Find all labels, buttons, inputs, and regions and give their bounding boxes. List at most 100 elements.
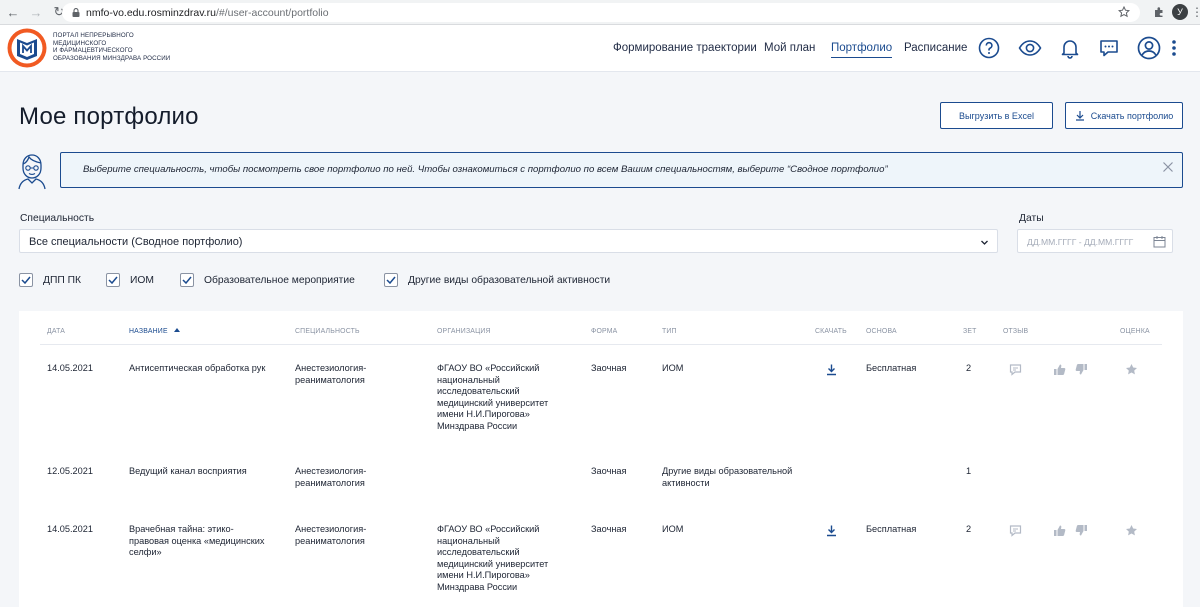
thumbs-down-icon[interactable] xyxy=(1075,363,1088,376)
nav-trajectory[interactable]: Формирование траектории xyxy=(613,42,757,54)
checkmark-icon xyxy=(108,276,118,284)
bookmark-star-icon[interactable] xyxy=(1118,6,1130,18)
extensions-icon[interactable] xyxy=(1152,5,1166,19)
back-icon[interactable]: ← xyxy=(3,2,23,22)
checkbox-other-activity[interactable]: Другие виды образовательной активности xyxy=(384,273,610,287)
checkbox-iom[interactable]: ИОМ xyxy=(106,273,154,287)
cell-basis: Бесплатная xyxy=(866,524,917,534)
checkbox-box[interactable] xyxy=(19,273,33,287)
checkbox-box[interactable] xyxy=(106,273,120,287)
download-portfolio-label: Скачать портфолио xyxy=(1090,110,1174,121)
checkbox-label: ИОМ xyxy=(130,274,154,286)
cell-date: 12.05.2021 xyxy=(47,466,93,476)
checkbox-dpp-pk[interactable]: ДПП ПК xyxy=(19,273,81,287)
nav-my-plan[interactable]: Мой план xyxy=(764,42,815,54)
url-path: /#/user-account/portfolio xyxy=(215,6,329,19)
more-icon[interactable] xyxy=(1170,37,1178,59)
nav-portfolio[interactable]: Портфолио xyxy=(831,42,893,58)
cell-date: 14.05.2021 xyxy=(47,363,93,373)
export-excel-button[interactable]: Выгрузить в Excel xyxy=(940,102,1053,129)
bell-icon[interactable] xyxy=(1059,37,1081,59)
column-header-form[interactable]: ФОРМА xyxy=(591,328,617,335)
logo-caption-line: ОБРАЗОВАНИЯ МИНЗДРАВА РОССИИ xyxy=(53,54,171,62)
cell-form: Заочная xyxy=(591,524,627,534)
rating-star-icon[interactable] xyxy=(1125,524,1138,537)
cell-type: ИОМ xyxy=(662,524,684,534)
browser-toolbar: ← → ↻ nmfo-vo.edu.rosminzdrav.ru/#/user-… xyxy=(0,0,1200,25)
date-range-input[interactable]: ДД.ММ.ГГГГ - ДД.ММ.ГГГГ xyxy=(1017,229,1173,253)
close-icon[interactable] xyxy=(1162,161,1174,173)
column-header-organization[interactable]: ОРГАНИЗАЦИЯ xyxy=(437,328,491,335)
download-icon[interactable] xyxy=(825,524,838,537)
checkbox-label: ДПП ПК xyxy=(43,274,82,286)
logo-caption-line: ПОРТАЛ НЕПРЕРЫВНОГО xyxy=(53,32,134,39)
help-icon[interactable] xyxy=(978,37,1000,59)
cell-type: ИОМ xyxy=(662,363,684,373)
column-header-specialty[interactable]: СПЕЦИАЛЬНОСТЬ xyxy=(295,328,360,335)
rating-star-icon[interactable] xyxy=(1125,363,1138,376)
specialty-select[interactable]: Все специальности (Сводное портфолио) xyxy=(19,229,998,253)
export-excel-label: Выгрузить в Excel xyxy=(959,110,1034,121)
date-range-placeholder: ДД.ММ.ГГГГ - ДД.ММ.ГГГГ xyxy=(1027,237,1134,247)
checkbox-label: Другие виды образовательной активности xyxy=(408,274,611,286)
specialty-select-value: Все специальности (Сводное портфолио) xyxy=(29,236,243,248)
cell-form: Заочная xyxy=(591,466,627,476)
column-header-name-label: НАЗВАНИЕ xyxy=(129,328,168,335)
user-icon[interactable] xyxy=(1137,36,1161,60)
column-header-name[interactable]: НАЗВАНИЕ xyxy=(129,328,180,335)
address-bar[interactable]: nmfo-vo.edu.rosminzdrav.ru/#/user-accoun… xyxy=(62,3,1140,22)
cell-date: 14.05.2021 xyxy=(47,524,93,534)
cell-specialty: Анестезиология- реаниматология xyxy=(295,363,367,385)
thumbs-down-icon[interactable] xyxy=(1075,524,1088,537)
checkbox-box[interactable] xyxy=(384,273,398,287)
thumbs-up-icon[interactable] xyxy=(1053,363,1066,376)
sort-ascending-icon xyxy=(173,328,180,332)
cell-type: Другие виды образовательной активности xyxy=(662,466,793,488)
logo-caption-line: И ФАРМАЦЕВТИЧЕСКОГО xyxy=(53,47,133,55)
app-header: ПОРТАЛ НЕПРЕРЫВНОГО МЕДИЦИНСКОГО И ФАРМА… xyxy=(0,25,1200,72)
cell-name: Врачебная тайна: этико- правовая оценка … xyxy=(129,524,265,558)
cell-zet: 2 xyxy=(966,524,972,534)
review-comment-icon[interactable] xyxy=(1009,363,1022,376)
download-icon[interactable] xyxy=(825,363,838,376)
column-header-type[interactable]: ТИП xyxy=(662,328,677,335)
cell-specialty: Анестезиология- реаниматология xyxy=(295,524,367,546)
browser-profile-avatar[interactable]: У xyxy=(1172,4,1188,20)
thumbs-up-icon[interactable] xyxy=(1053,524,1066,537)
portfolio-table: ДАТА НАЗВАНИЕ СПЕЦИАЛЬНОСТЬ ОРГАНИЗАЦИЯ … xyxy=(19,311,1183,607)
review-comment-icon[interactable] xyxy=(1009,524,1022,537)
cell-form: Заочная xyxy=(591,363,627,373)
cell-name: Антисептическая обработка рук xyxy=(129,363,266,373)
specialty-label: Специальность xyxy=(20,213,95,224)
lock-icon xyxy=(72,8,80,17)
nmfo-logo[interactable] xyxy=(6,27,48,69)
logo-caption: ПОРТАЛ НЕПРЕРЫВНОГО МЕДИЦИНСКОГО И ФАРМА… xyxy=(53,32,170,62)
forward-icon[interactable]: → xyxy=(26,2,46,22)
checkbox-event[interactable]: Образовательное мероприятие xyxy=(180,273,355,287)
column-header-basis[interactable]: ОСНОВА xyxy=(866,328,897,335)
url-host: nmfo-vo.edu.rosminzdrav.ru xyxy=(86,6,216,19)
download-portfolio-button[interactable]: Скачать портфолио xyxy=(1065,102,1183,129)
column-header-review: ОТЗЫВ xyxy=(1003,328,1029,335)
column-header-download: СКАЧАТЬ xyxy=(815,328,847,335)
chat-icon[interactable] xyxy=(1098,37,1120,59)
column-header-date[interactable]: ДАТА xyxy=(47,328,65,335)
checkbox-box[interactable] xyxy=(180,273,194,287)
cell-zet: 1 xyxy=(966,466,972,476)
download-icon xyxy=(1075,111,1084,121)
doctor-avatar-icon xyxy=(18,154,46,190)
checkbox-label: Образовательное мероприятие xyxy=(204,274,355,286)
checkmark-icon xyxy=(386,276,396,284)
nav-schedule[interactable]: Расписание xyxy=(904,42,967,54)
column-header-zet[interactable]: ЗЕТ xyxy=(963,328,977,335)
cell-name: Ведущий канал восприятия xyxy=(129,466,247,476)
checkmark-icon xyxy=(21,276,31,284)
cell-basis: Бесплатная xyxy=(866,363,917,373)
eye-icon[interactable] xyxy=(1018,37,1042,59)
cell-zet: 2 xyxy=(966,363,972,373)
calendar-icon[interactable] xyxy=(1153,235,1166,248)
cell-organization: ФГАОУ ВО «Российский национальный исслед… xyxy=(437,363,549,431)
browser-menu-icon[interactable]: ⋮ xyxy=(1191,5,1200,19)
info-banner: Выберите специальность, чтобы посмотреть… xyxy=(60,152,1183,188)
page-title: Мое портфолио xyxy=(19,103,199,130)
